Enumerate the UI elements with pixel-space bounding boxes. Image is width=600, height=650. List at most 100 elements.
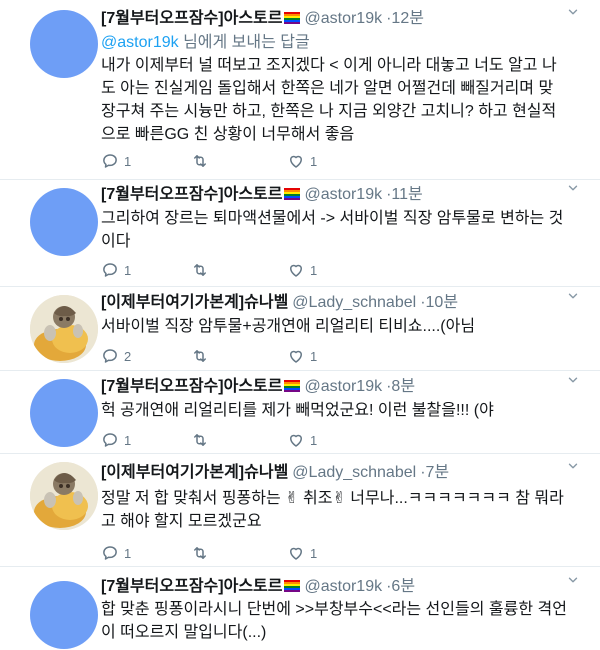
retweet-icon xyxy=(191,261,209,279)
avatar[interactable] xyxy=(30,188,98,256)
retweet-icon xyxy=(191,347,209,365)
reply-count: 1 xyxy=(124,153,132,169)
display-name[interactable]: [이제부터여기가본계]슈나벨 xyxy=(101,294,288,311)
retweet-icon xyxy=(191,431,209,449)
tweet-body: 그리하여 장르는 퇴마액션물에서 -> 서바이벌 직장 암투물로 변하는 것이다 xyxy=(101,207,567,253)
tweet-header: [7월부터오프잠수]아스토르 @astor19k ·6분 xyxy=(101,576,566,598)
tweet-text: 내가 이제부터 널 떠보고 조지겠다 < 이게 아니라 대놓고 너도 알고 나도… xyxy=(101,57,557,143)
rainbow-flag-icon xyxy=(284,380,300,392)
like-count: 1 xyxy=(310,432,318,448)
like-count: 1 xyxy=(310,153,318,169)
like-button[interactable]: 1 xyxy=(287,543,317,563)
tweet-text: 합 맞춘 핑퐁이라시니 단번에 >>부창부수<<라는 선인들의 훌륭한 격언이 … xyxy=(101,601,567,641)
heart-icon xyxy=(287,152,305,170)
like-count: 1 xyxy=(310,545,318,561)
tweet-actions: 2 1 xyxy=(101,346,421,366)
tweet-actions: 1 1 xyxy=(101,151,421,171)
retweet-button[interactable] xyxy=(191,260,214,280)
tweet-body: 합 맞춘 핑퐁이라시니 단번에 >>부창부수<<라는 선인들의 훌륭한 격언이 … xyxy=(101,598,567,644)
reply-icon xyxy=(101,261,119,279)
retweet-button[interactable] xyxy=(191,346,214,366)
tweet-body: 정말 저 합 맞춰서 핑퐁하는 ✌ 취조✌ 너무나...ㅋㅋㅋㅋㅋㅋㅋ 참 뭐라… xyxy=(101,487,567,533)
heart-icon xyxy=(287,544,305,562)
mention-link[interactable]: @astor19k xyxy=(101,34,179,51)
reply-button[interactable]: 1 xyxy=(101,151,131,171)
chevron-down-icon[interactable] xyxy=(566,181,580,195)
reply-context: @astor19k 님에게 보내는 답글 xyxy=(101,31,567,54)
reply-count: 1 xyxy=(124,432,132,448)
tweet[interactable]: [7월부터오프잠수]아스토르 @astor19k ·8분 헉 공개연애 리얼리티를 … xyxy=(0,371,600,454)
retweet-button[interactable] xyxy=(191,151,214,171)
rainbow-flag-icon xyxy=(284,188,300,200)
retweet-button[interactable] xyxy=(191,543,214,563)
tweet-text: 정말 저 합 맞춰서 핑퐁하는 ✌ 취조✌ 너무나...ㅋㅋㅋㅋㅋㅋㅋ 참 뭐라… xyxy=(101,490,564,530)
tweet-body: @astor19k 님에게 보내는 답글 내가 이제부터 널 떠보고 조지겠다 … xyxy=(101,31,567,146)
tweet-actions: 1 1 xyxy=(101,430,421,450)
reply-icon xyxy=(101,544,119,562)
tweet[interactable]: [7월부터오프잠수]아스토르 @astor19k ·11분 그리하여 장르는 퇴마액… xyxy=(0,180,600,287)
user-photo-image xyxy=(30,462,98,530)
handle[interactable]: @astor19k xyxy=(304,378,382,395)
tweet-actions: 1 1 xyxy=(101,260,421,280)
reply-icon xyxy=(101,152,119,170)
timestamp[interactable]: 10분 xyxy=(426,294,459,311)
timestamp[interactable]: 6분 xyxy=(391,578,415,595)
retweet-icon xyxy=(191,544,209,562)
tweet-header: [이제부터여기가본계]슈나벨 @Lady_schnabel ·7분 xyxy=(101,462,566,484)
avatar[interactable] xyxy=(30,10,98,78)
retweet-button[interactable] xyxy=(191,430,214,450)
tweet-text: 서바이벌 직장 암투물+공개연애 리얼리티 티비쇼....(아님 xyxy=(101,318,476,335)
avatar[interactable] xyxy=(30,379,98,447)
tweet[interactable]: [이제부터여기가본계]슈나벨 @Lady_schnabel ·7분 정말 저 합 맞… xyxy=(0,454,600,567)
chevron-down-icon[interactable] xyxy=(566,289,580,303)
reply-button[interactable]: 1 xyxy=(101,260,131,280)
reply-prefix: 님에게 보내는 답글 xyxy=(183,34,310,51)
display-name[interactable]: [7월부터오프잠수]아스토르 xyxy=(101,378,282,395)
like-button[interactable]: 1 xyxy=(287,430,317,450)
tweet-text: 헉 공개연애 리얼리티를 제가 빼먹었군요! 이런 불찰을!!! (야 xyxy=(101,402,494,419)
avatar[interactable] xyxy=(30,581,98,649)
chevron-down-icon[interactable] xyxy=(566,573,580,587)
avatar[interactable] xyxy=(30,462,98,530)
chevron-down-icon[interactable] xyxy=(566,373,580,387)
timestamp[interactable]: 12분 xyxy=(391,10,424,27)
display-name[interactable]: [이제부터여기가본계]슈나벨 xyxy=(101,464,288,481)
handle[interactable]: @Lady_schnabel xyxy=(292,294,416,311)
tweet-actions: 1 1 xyxy=(101,543,421,563)
handle[interactable]: @astor19k xyxy=(304,578,382,595)
reply-count: 2 xyxy=(124,348,132,364)
tweet[interactable]: [7월부터오프잠수]아스토르 @astor19k ·12분 @astor19k 님에… xyxy=(0,0,600,180)
timestamp[interactable]: 8분 xyxy=(391,378,415,395)
reply-count: 1 xyxy=(124,262,132,278)
handle[interactable]: @astor19k xyxy=(304,186,382,203)
tweet[interactable]: [이제부터여기가본계]슈나벨 @Lady_schnabel ·10분 서바이벌 직장… xyxy=(0,287,600,371)
timestamp[interactable]: 7분 xyxy=(426,464,450,481)
tweet-body: 서바이벌 직장 암투물+공개연애 리얼리티 티비쇼....(아님 xyxy=(101,315,567,338)
like-button[interactable]: 1 xyxy=(287,346,317,366)
tweet-header: [7월부터오프잠수]아스토르 @astor19k ·12분 xyxy=(101,8,566,30)
handle[interactable]: @astor19k xyxy=(304,10,382,27)
display-name[interactable]: [7월부터오프잠수]아스토르 xyxy=(101,186,282,203)
tweet-text: 그리하여 장르는 퇴마액션물에서 -> 서바이벌 직장 암투물로 변하는 것이다 xyxy=(101,210,564,250)
heart-icon xyxy=(287,261,305,279)
like-button[interactable]: 1 xyxy=(287,151,317,171)
display-name[interactable]: [7월부터오프잠수]아스토르 xyxy=(101,578,282,595)
like-button[interactable]: 1 xyxy=(287,260,317,280)
tweet[interactable]: [7월부터오프잠수]아스토르 @astor19k ·6분 합 맞춘 핑퐁이라시니 단… xyxy=(0,567,600,650)
reply-button[interactable]: 2 xyxy=(101,346,131,366)
reply-button[interactable]: 1 xyxy=(101,543,131,563)
tweet-body: 헉 공개연애 리얼리티를 제가 빼먹었군요! 이런 불찰을!!! (야 xyxy=(101,399,567,422)
like-count: 1 xyxy=(310,348,318,364)
handle[interactable]: @Lady_schnabel xyxy=(292,464,416,481)
tweet-header: [이제부터여기가본계]슈나벨 @Lady_schnabel ·10분 xyxy=(101,292,566,314)
display-name[interactable]: [7월부터오프잠수]아스토르 xyxy=(101,10,282,27)
reply-icon xyxy=(101,347,119,365)
heart-icon xyxy=(287,347,305,365)
retweet-icon xyxy=(191,152,209,170)
timestamp[interactable]: 11분 xyxy=(391,186,422,203)
reply-button[interactable]: 1 xyxy=(101,430,131,450)
chevron-down-icon[interactable] xyxy=(566,5,580,19)
reply-icon xyxy=(101,431,119,449)
chevron-down-icon[interactable] xyxy=(566,459,580,473)
avatar[interactable] xyxy=(30,295,98,363)
